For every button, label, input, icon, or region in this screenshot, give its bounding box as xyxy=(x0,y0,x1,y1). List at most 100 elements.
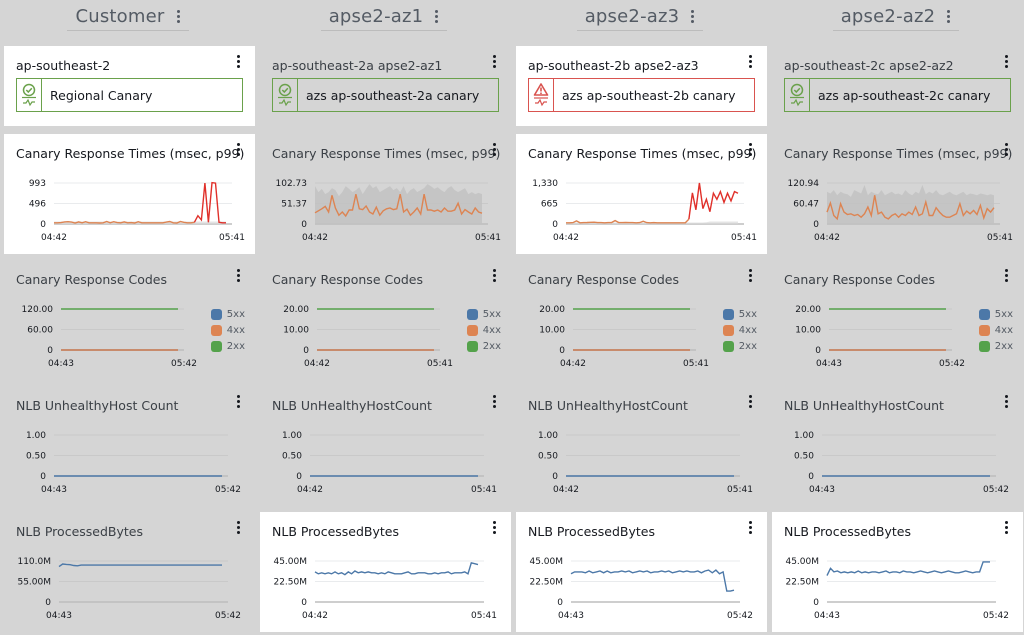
more-options-icon[interactable] xyxy=(435,9,439,23)
warning-triangle-icon xyxy=(529,79,554,111)
x-tick-label: 05:41 xyxy=(475,233,501,243)
widget-menu-icon[interactable] xyxy=(493,269,497,282)
widget-menu-icon[interactable] xyxy=(237,521,241,534)
widget-menu-icon[interactable] xyxy=(493,395,497,408)
alarm-widget: ap-southeast-2a apse2-az1 azs ap-southeas… xyxy=(260,46,511,126)
y-tick-label: 0 xyxy=(813,220,819,230)
legend-item[interactable]: 2xx xyxy=(722,341,757,352)
chart-widget-response-codes: Canary Response Codes 20.00 10.00 0 04:43 05:… xyxy=(772,260,1023,380)
widget-menu-icon[interactable] xyxy=(749,55,753,68)
legend-item[interactable]: 5xx xyxy=(722,309,757,320)
column-title: apse2-az1 xyxy=(328,5,424,27)
alarm-status[interactable]: azs ap-southeast-2b canary xyxy=(528,78,755,112)
x-tick-label: 05:42 xyxy=(215,611,241,621)
column-title: apse2-az3 xyxy=(584,5,680,27)
line-chart[interactable]: 1.00 0.50 0 04:43 05:42 xyxy=(772,416,1023,506)
line-chart[interactable]: 45.00M 22.50M 0 04:43 05:42 xyxy=(516,542,767,632)
widget-menu-icon[interactable] xyxy=(237,55,241,68)
legend-item[interactable]: 2xx xyxy=(978,341,1013,352)
more-options-icon[interactable] xyxy=(947,9,951,23)
widget-title: Canary Response Times (msec, p99) xyxy=(528,146,757,161)
legend-item[interactable]: 2xx xyxy=(210,341,245,352)
y-tick-label: 0 xyxy=(45,598,51,608)
chart-widget-unhealthy: NLB UnHealthyHostCount 1.00 0.50 0 04:42 05:4… xyxy=(260,386,511,506)
widget-menu-icon[interactable] xyxy=(493,521,497,534)
x-tick-label: 04:43 xyxy=(48,359,74,369)
column-header-apse2-az2: apse2-az2 xyxy=(768,4,1024,31)
line-chart[interactable]: 110.0M 55.00M 0 04:43 05:42 xyxy=(4,542,255,632)
legend-item[interactable]: 4xx xyxy=(722,325,757,336)
widget-menu-icon[interactable] xyxy=(749,395,753,408)
line-chart[interactable]: 1.00 0.50 0 04:42 05:41 xyxy=(516,416,767,506)
x-tick-label: 05:42 xyxy=(983,611,1009,621)
min-max-band xyxy=(827,185,994,224)
x-tick-label: 05:41 xyxy=(427,359,453,369)
y-tick-label: 20.00 xyxy=(283,305,309,315)
legend-swatch xyxy=(466,341,478,352)
widget-menu-icon[interactable] xyxy=(237,143,241,156)
line-chart[interactable]: 993 496 0 04:42 05:41 xyxy=(4,164,255,254)
legend-label: 5xx xyxy=(482,309,501,320)
line-chart[interactable]: 45.00M 22.50M 0 04:43 05:42 xyxy=(772,542,1023,632)
widget-title: Canary Response Codes xyxy=(272,272,424,287)
legend-item[interactable]: 4xx xyxy=(466,325,501,336)
y-tick-label: 45.00M xyxy=(785,557,819,567)
widget-title: ap-southeast-2 xyxy=(16,58,111,73)
legend-item[interactable]: 5xx xyxy=(210,309,245,320)
line-chart[interactable]: 1.00 0.50 0 04:42 05:41 xyxy=(260,416,511,506)
y-tick-label: 0 xyxy=(40,220,46,230)
widget-menu-icon[interactable] xyxy=(1005,269,1009,282)
widget-title: ap-southeast-2a apse2-az1 xyxy=(272,58,443,73)
line-chart[interactable]: 1.00 0.50 0 04:43 05:42 xyxy=(4,416,255,506)
legend-swatch xyxy=(210,341,222,352)
widget-menu-icon[interactable] xyxy=(1005,395,1009,408)
y-tick-label: 0 xyxy=(559,346,565,356)
widget-menu-icon[interactable] xyxy=(749,521,753,534)
line-chart[interactable]: 102.73 51.37 0 04:42 05:41 xyxy=(260,164,511,254)
y-tick-label: 45.00M xyxy=(529,557,563,567)
line-chart[interactable]: 45.00M 22.50M 0 04:42 05:41 xyxy=(260,542,511,632)
x-tick-label: 04:42 xyxy=(302,611,328,621)
chart-widget-processed: NLB ProcessedBytes 110.0M 55.00M 0 04:43 05:4… xyxy=(4,512,255,632)
widget-menu-icon[interactable] xyxy=(1005,55,1009,68)
widget-menu-icon[interactable] xyxy=(493,55,497,68)
line-chart[interactable]: 120.94 60.47 0 04:42 05:41 xyxy=(772,164,1023,254)
x-tick-label: 04:42 xyxy=(553,233,579,243)
legend-swatch xyxy=(210,309,222,320)
alarm-widget: ap-southeast-2 Regional Canary xyxy=(4,46,255,126)
widget-menu-icon[interactable] xyxy=(237,395,241,408)
x-tick-label: 05:41 xyxy=(731,233,757,243)
series-line-alarm xyxy=(193,181,226,224)
column-header-apse2-az1: apse2-az1 xyxy=(256,4,512,31)
widget-menu-icon[interactable] xyxy=(237,269,241,282)
widget-title: NLB ProcessedBytes xyxy=(528,524,655,539)
y-tick-label: 0 xyxy=(301,598,307,608)
widget-menu-icon[interactable] xyxy=(1005,143,1009,156)
widget-menu-icon[interactable] xyxy=(749,143,753,156)
widget-menu-icon[interactable] xyxy=(1005,521,1009,534)
y-tick-label: 0.50 xyxy=(26,452,46,462)
y-tick-label: 0 xyxy=(552,220,558,230)
x-tick-label: 04:43 xyxy=(46,611,72,621)
legend-item[interactable]: 5xx xyxy=(978,309,1013,320)
widget-menu-icon[interactable] xyxy=(493,143,497,156)
alarm-status[interactable]: azs ap-southeast-2c canary xyxy=(784,78,1011,112)
legend-item[interactable]: 5xx xyxy=(466,309,501,320)
more-options-icon[interactable] xyxy=(691,9,695,23)
y-tick-label: 1.00 xyxy=(794,431,814,441)
legend-label: 2xx xyxy=(482,341,501,352)
legend-item[interactable]: 4xx xyxy=(210,325,245,336)
alarm-widget: ap-southeast-2b apse2-az3 azs ap-southeas… xyxy=(516,46,767,126)
x-tick-label: 05:42 xyxy=(939,359,965,369)
y-tick-label: 1.00 xyxy=(538,431,558,441)
alarm-status[interactable]: azs ap-southeast-2a canary xyxy=(272,78,499,112)
more-options-icon[interactable] xyxy=(176,9,181,23)
line-chart[interactable]: 1,330 665 0 04:42 05:41 xyxy=(516,164,767,254)
widget-title: NLB UnHealthyHostCount xyxy=(528,398,688,413)
widget-menu-icon[interactable] xyxy=(749,269,753,282)
legend-item[interactable]: 2xx xyxy=(466,341,501,352)
widget-title: NLB UnHealthyHostCount xyxy=(272,398,432,413)
legend-item[interactable]: 4xx xyxy=(978,325,1013,336)
alarm-status[interactable]: Regional Canary xyxy=(16,78,243,112)
widget-title: NLB UnhealthyHost Count xyxy=(16,398,179,413)
